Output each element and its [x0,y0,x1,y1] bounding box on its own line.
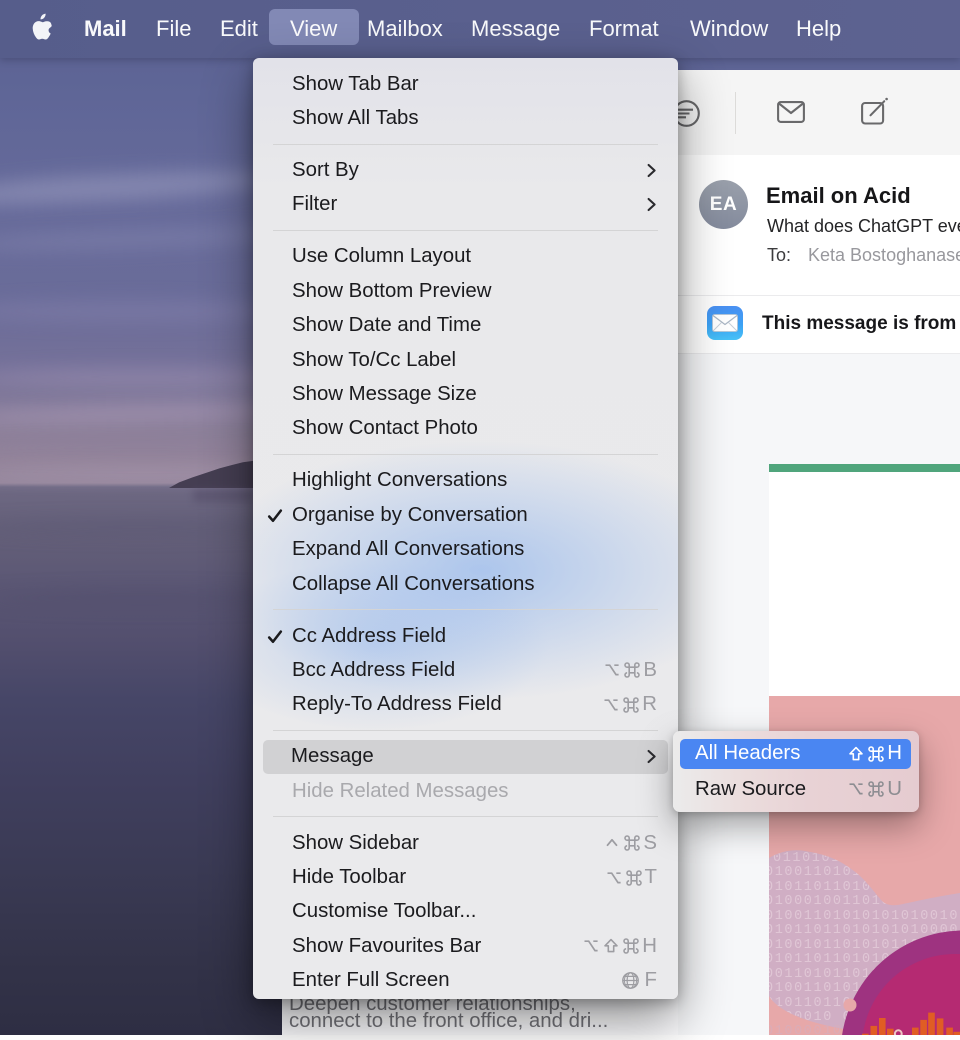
svg-text:001101011010: 001101011010 [769,967,881,982]
svg-text:0100110101010101001010: 0100110101010101001010 [769,909,960,924]
svg-text:01000010: 01000010 [769,1024,843,1035]
